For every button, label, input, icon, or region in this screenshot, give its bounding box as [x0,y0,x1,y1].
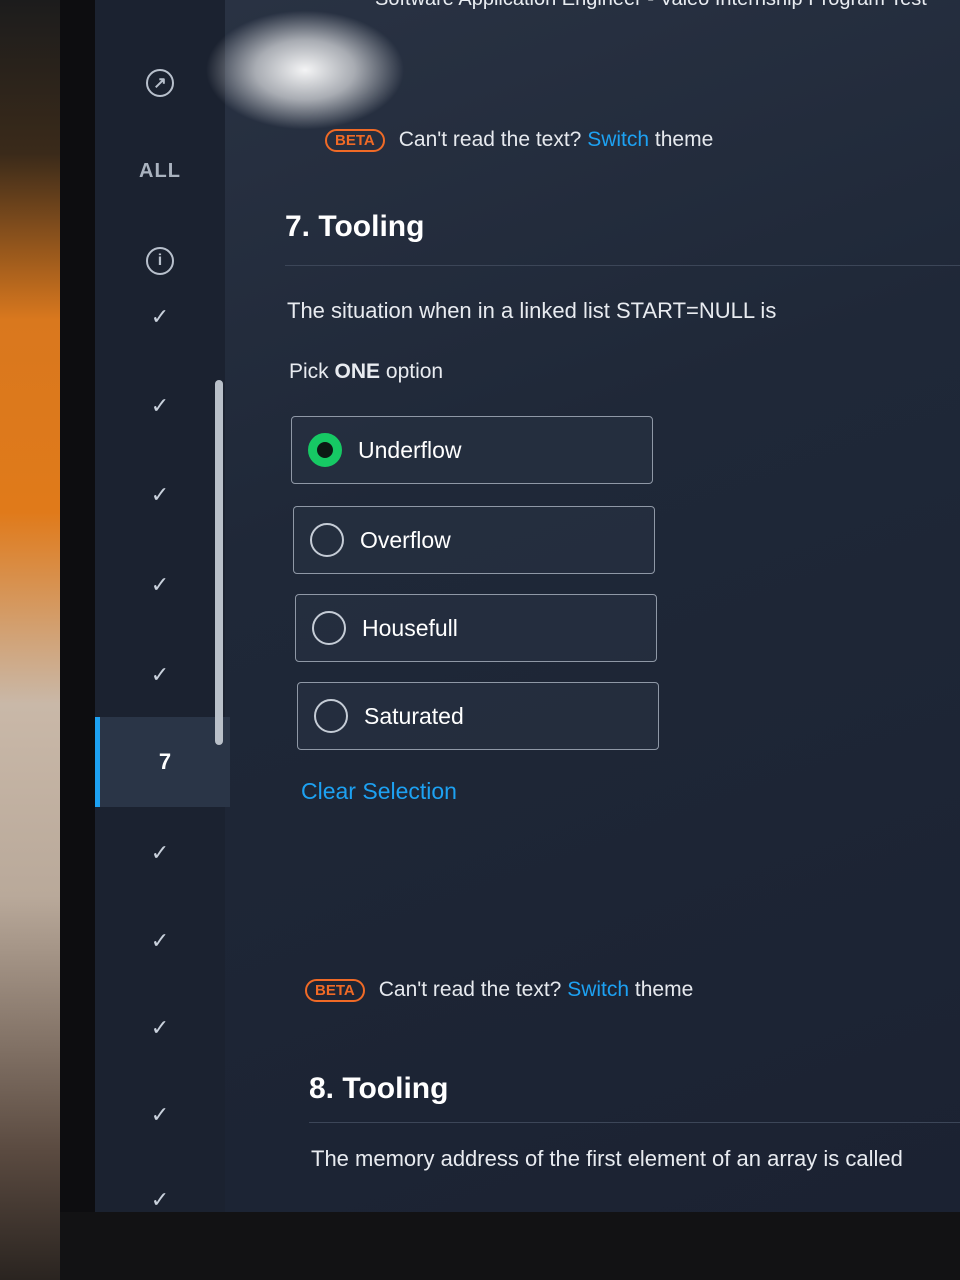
option-label: Housefull [362,614,458,641]
question-nav-item-9[interactable]: ✓ [95,916,225,966]
radio-icon[interactable] [310,523,344,557]
pick-instruction: Pick ONE option [289,360,444,383]
divider [309,1122,960,1123]
beta-badge: BETA [325,128,385,152]
check-icon: ✓ [150,840,170,865]
question-nav-item-10[interactable]: ✓ [95,1003,225,1053]
check-icon: ✓ [150,1015,170,1040]
all-questions-tab[interactable]: ALL [95,146,225,196]
option-label: Underflow [358,436,462,463]
radio-icon[interactable] [312,611,346,645]
question-nav-item-1[interactable]: ✓ [95,292,225,342]
check-icon: ✓ [150,572,170,597]
check-icon: ✓ [150,304,170,329]
all-label: ALL [139,159,181,182]
info-icon[interactable]: i [95,236,225,286]
option-saturated[interactable]: Saturated [297,682,659,750]
radio-icon[interactable] [314,699,348,733]
question-nav: ↗ ALL i ✓ ✓ ✓ ✓ ✓ 7 ✓ ✓ ✓ ✓ ✓ [95,0,230,1212]
option-underflow[interactable]: Underflow [291,416,653,484]
switch-theme-link[interactable]: Switch [587,128,649,151]
test-title: Software Application Engineer - Valeo In… [375,0,927,11]
question-heading: 8. Tooling [309,1072,449,1105]
question-text: The memory address of the first element … [311,1146,903,1171]
radio-selected-icon[interactable] [308,433,342,467]
question-text: The situation when in a linked list STAR… [287,298,777,323]
option-label: Saturated [364,702,464,729]
check-icon: ✓ [150,1102,170,1127]
question-nav-item-11[interactable]: ✓ [95,1090,225,1140]
question-nav-item-2[interactable]: ✓ [95,381,225,431]
question-nav-item-5[interactable]: ✓ [95,650,225,700]
external-link-icon[interactable]: ↗ [95,58,225,108]
switch-theme-link[interactable]: Switch [567,978,629,1001]
check-icon: ✓ [150,928,170,953]
question-nav-item-3[interactable]: ✓ [95,470,225,520]
check-icon: ✓ [150,662,170,687]
option-label: Overflow [360,526,451,553]
question-nav-item-current[interactable]: 7 [95,717,230,807]
question-nav-item-8[interactable]: ✓ [95,828,225,878]
screen: ↗ ALL i ✓ ✓ ✓ ✓ ✓ 7 ✓ ✓ ✓ ✓ ✓ BETA Can't… [95,0,960,1212]
laptop-keyboard [60,1212,960,1280]
theme-notice-2: BETA Can't read the text? Switch theme [305,978,693,1002]
question-nav-item-12[interactable]: ✓ [95,1175,225,1212]
check-icon: ✓ [150,482,170,507]
question-content: Software Application Engineer - Valeo In… [225,0,960,1212]
clear-selection-link[interactable]: Clear Selection [301,778,457,805]
beta-badge: BETA [305,978,365,1002]
question-nav-item-4[interactable]: ✓ [95,560,225,610]
divider [285,265,960,266]
current-question-number: 7 [158,749,172,774]
check-icon: ✓ [150,1187,170,1212]
nav-scrollbar[interactable] [215,380,223,745]
question-heading: 7. Tooling [285,210,425,243]
theme-notice: BETA Can't read the text? Switch theme [325,128,713,152]
check-icon: ✓ [150,393,170,418]
option-housefull[interactable]: Housefull [295,594,657,662]
option-overflow[interactable]: Overflow [293,506,655,574]
